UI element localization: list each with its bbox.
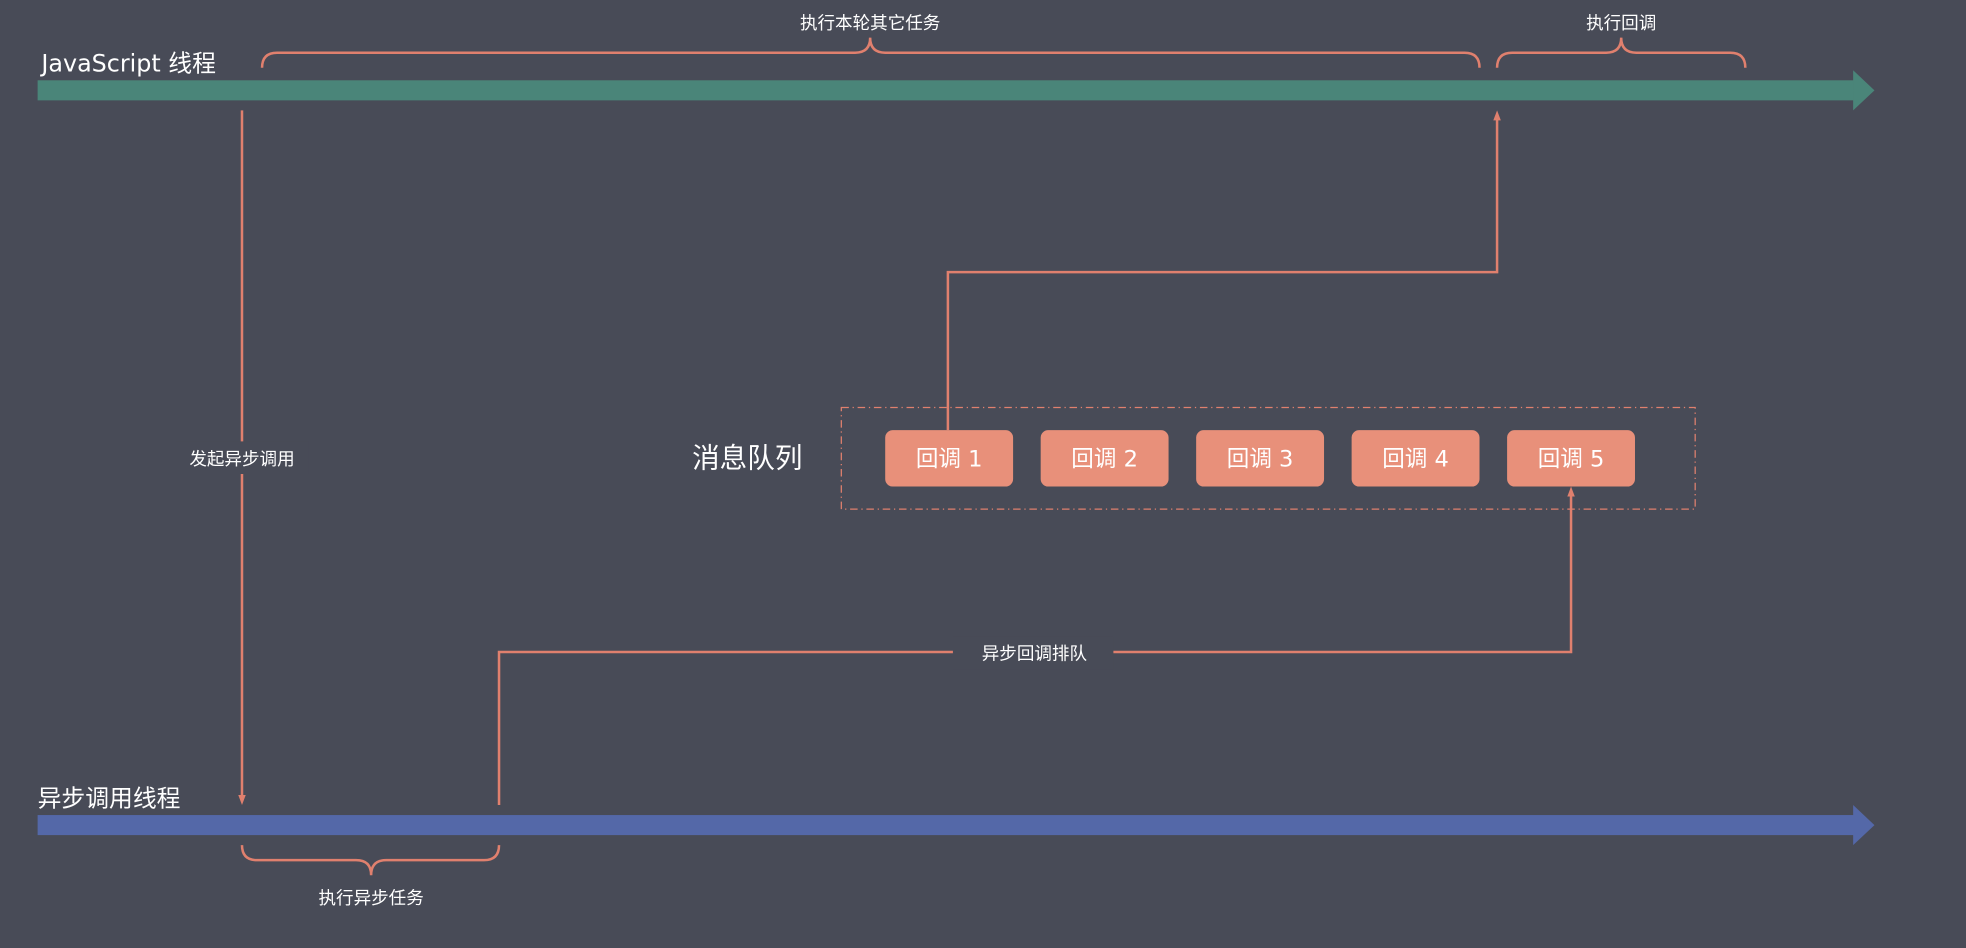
callback-item-4: 回调 4: [1351, 430, 1480, 487]
brace-callback: [1495, 37, 1747, 68]
callback-item-1: 回调 1: [885, 430, 1014, 487]
js-thread-label: JavaScript 线程: [39, 50, 216, 78]
start-async-call-label: 发起异步调用: [189, 450, 294, 470]
callback-item-3: 回调 3: [1196, 430, 1325, 487]
brace-async-task: [240, 845, 501, 876]
message-queue-label: 消息队列: [692, 442, 802, 475]
brace-other-tasks: [260, 37, 1481, 68]
run-callback-arrow: [946, 110, 1501, 431]
callback-item-label: 回调 1: [916, 446, 983, 472]
brace-other-tasks-label: 执行本轮其它任务: [800, 14, 940, 34]
async-thread-label: 异步调用线程: [38, 784, 181, 812]
callback-item-label: 回调 2: [1071, 446, 1138, 472]
event-loop-diagram: JavaScript 线程 异步调用线程 执行本轮其它任务 执行回调 执行异步任…: [37, 14, 1875, 909]
async-thread-arrow: [37, 805, 1875, 846]
brace-async-task-label: 执行异步任务: [318, 889, 423, 909]
callback-item-label: 回调 4: [1382, 446, 1449, 472]
callback-item-label: 回调 5: [1538, 446, 1605, 472]
callback-item-label: 回调 3: [1227, 446, 1294, 472]
js-thread-arrow: [37, 70, 1875, 111]
callback-item-5: 回调 5: [1507, 430, 1635, 487]
callback-item-2: 回调 2: [1040, 430, 1169, 487]
brace-callback-label: 执行回调: [1586, 14, 1656, 34]
queue-callback-label: 异步回调排队: [982, 645, 1088, 665]
